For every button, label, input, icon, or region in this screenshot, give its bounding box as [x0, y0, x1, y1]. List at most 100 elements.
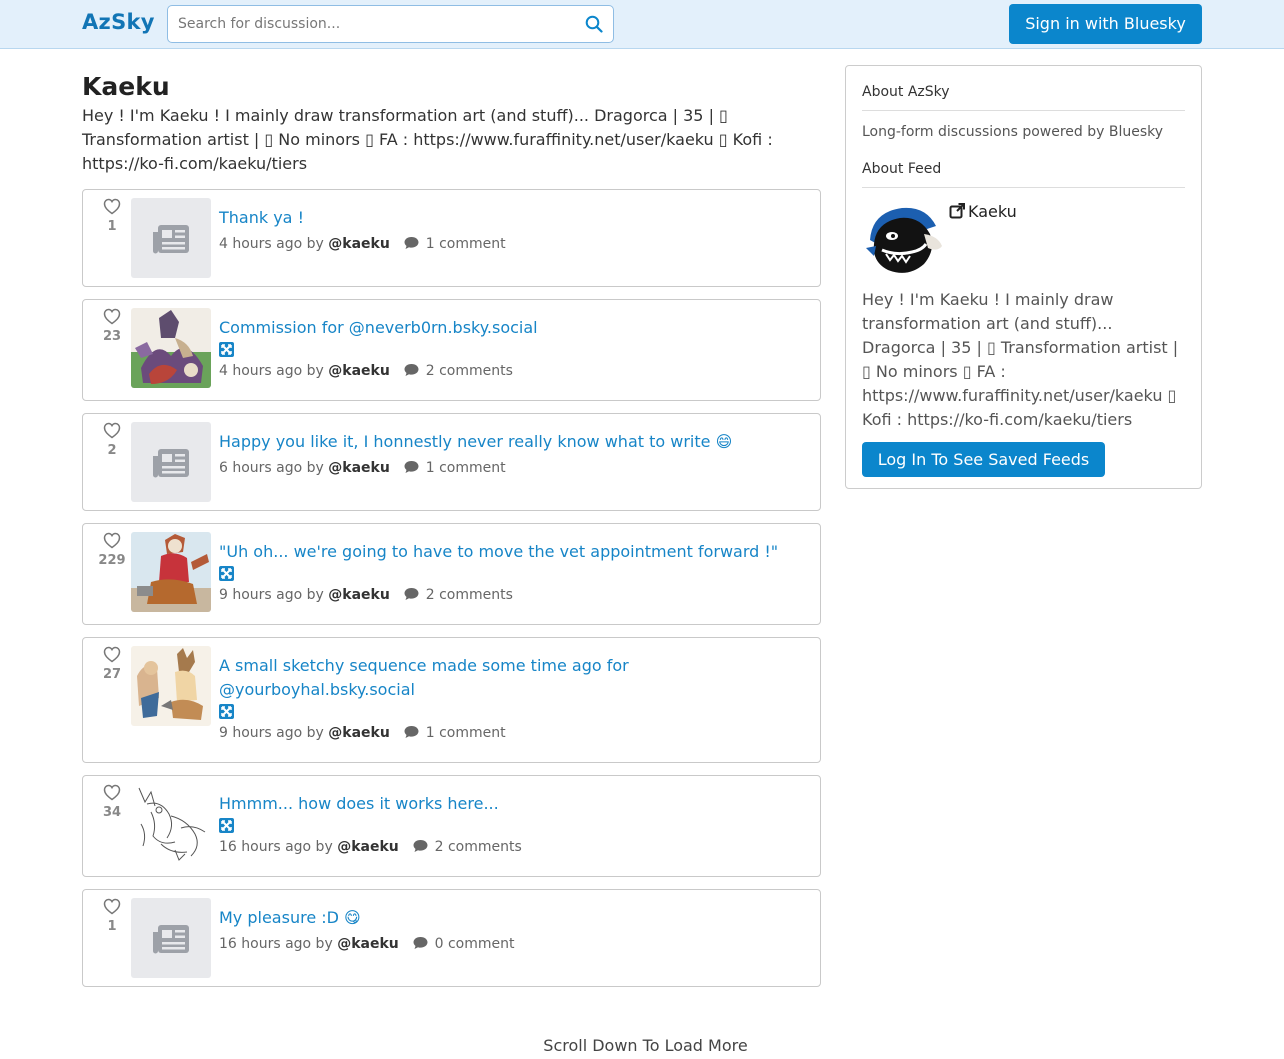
- comment-count-link[interactable]: 1 comment: [426, 725, 506, 741]
- expand-icon[interactable]: [219, 704, 234, 719]
- heart-icon[interactable]: [103, 308, 121, 325]
- post-item: 23 Commission for @neverb0rn.bsky.social…: [82, 299, 821, 401]
- comment-icon: [404, 364, 419, 376]
- post-author-link[interactable]: @kaeku: [328, 363, 390, 379]
- post-time: 6 hours ago by: [219, 460, 324, 476]
- feed-description: Hey ! I'm Kaeku ! I mainly draw transfor…: [82, 106, 773, 173]
- post-thumbnail-placeholder[interactable]: [131, 898, 211, 978]
- post-meta: 9 hours ago by @kaeku 2 comments: [219, 587, 809, 603]
- post-time: 4 hours ago by: [219, 236, 324, 252]
- external-link-icon: [949, 203, 965, 219]
- post-author-link[interactable]: @kaeku: [328, 725, 390, 741]
- post-title-link[interactable]: My pleasure :D 😋: [219, 906, 809, 930]
- post-item: 2 Happy you like it, I honnestly never r…: [82, 413, 821, 511]
- post-title-link[interactable]: Commission for @neverb0rn.bsky.social: [219, 316, 809, 340]
- post-item: 1 Thank ya ! 4 hours ago by @kaeku 1 com…: [82, 189, 821, 287]
- comment-count-link[interactable]: 2 comments: [435, 839, 522, 855]
- post-time: 4 hours ago by: [219, 363, 324, 379]
- login-saved-feeds-button[interactable]: Log In To See Saved Feeds: [862, 442, 1105, 477]
- artwork-thumbnail: [131, 308, 211, 388]
- post-body: Thank ya ! 4 hours ago by @kaeku 1 comme…: [219, 206, 809, 252]
- comment-count-link[interactable]: 0 comment: [435, 936, 515, 952]
- about-azsky-heading: About AzSky: [862, 84, 950, 100]
- post-thumbnail-image[interactable]: [131, 784, 211, 864]
- post-title-link[interactable]: A small sketchy sequence made some time …: [219, 654, 809, 702]
- post-title-link[interactable]: Thank ya !: [219, 206, 809, 230]
- comment-count-link[interactable]: 1 comment: [426, 236, 506, 252]
- post-meta: 4 hours ago by @kaeku 2 comments: [219, 363, 809, 379]
- post-thumbnail-placeholder[interactable]: [131, 198, 211, 278]
- about-feed-heading: About Feed: [862, 161, 942, 177]
- post-author-link[interactable]: @kaeku: [328, 460, 390, 476]
- post-author-link[interactable]: @kaeku: [328, 587, 390, 603]
- about-azsky-text: Long-form discussions powered by Bluesky: [862, 124, 1164, 140]
- load-more-text: Scroll Down To Load More: [543, 1036, 748, 1055]
- feed-name-text: Kaeku: [968, 202, 1017, 221]
- comment-count-link[interactable]: 2 comments: [426, 363, 513, 379]
- artwork-thumbnail: [131, 784, 211, 864]
- post-item: 27 A small sketchy sequence made some ti…: [82, 637, 821, 763]
- expand-icon[interactable]: [219, 342, 234, 357]
- search-box[interactable]: [167, 5, 614, 43]
- post-body: Commission for @neverb0rn.bsky.social 4 …: [219, 316, 809, 379]
- post-thumbnail-placeholder[interactable]: [131, 422, 211, 502]
- newspaper-icon: [153, 225, 189, 254]
- expand-icon[interactable]: [219, 566, 234, 581]
- post-body: A small sketchy sequence made some time …: [219, 654, 809, 741]
- brand-logo[interactable]: AzSky: [82, 10, 155, 34]
- post-body: "Uh oh... we're going to have to move th…: [219, 540, 809, 603]
- feed-description-sidebar: Hey ! I'm Kaeku ! I mainly draw transfor…: [862, 290, 1179, 429]
- post-meta: 9 hours ago by @kaeku 1 comment: [219, 725, 809, 741]
- heart-icon[interactable]: [103, 784, 121, 801]
- heart-icon[interactable]: [103, 422, 121, 439]
- comment-icon: [404, 461, 419, 473]
- newspaper-icon: [153, 449, 189, 478]
- heart-icon[interactable]: [103, 198, 121, 215]
- artwork-thumbnail: [131, 646, 211, 726]
- post-title-link[interactable]: Happy you like it, I honnestly never rea…: [219, 430, 809, 454]
- search-input[interactable]: [178, 14, 578, 34]
- post-author-link[interactable]: @kaeku: [337, 839, 399, 855]
- post-item: 1 My pleasure :D 😋 16 hours ago by @kaek…: [82, 889, 821, 987]
- comment-icon: [413, 840, 428, 852]
- newspaper-icon: [153, 925, 189, 954]
- post-meta: 16 hours ago by @kaeku 2 comments: [219, 839, 809, 855]
- comment-icon: [404, 588, 419, 600]
- post-author-link[interactable]: @kaeku: [328, 236, 390, 252]
- search-icon[interactable]: [585, 15, 603, 33]
- heart-icon[interactable]: [103, 646, 121, 663]
- post-time: 9 hours ago by: [219, 725, 324, 741]
- post-meta: 16 hours ago by @kaeku 0 comment: [219, 936, 809, 952]
- comment-count-link[interactable]: 1 comment: [426, 460, 506, 476]
- post-time: 16 hours ago by: [219, 839, 333, 855]
- post-title-link[interactable]: "Uh oh... we're going to have to move th…: [219, 540, 809, 564]
- post-thumbnail-image[interactable]: [131, 308, 211, 388]
- post-meta: 4 hours ago by @kaeku 1 comment: [219, 236, 809, 252]
- post-body: My pleasure :D 😋 16 hours ago by @kaeku …: [219, 906, 809, 952]
- comment-count-link[interactable]: 2 comments: [426, 587, 513, 603]
- divider: [862, 110, 1185, 111]
- page-title: Kaeku: [82, 72, 170, 101]
- comment-icon: [404, 726, 419, 738]
- post-author-link[interactable]: @kaeku: [337, 936, 399, 952]
- post-body: Happy you like it, I honnestly never rea…: [219, 430, 809, 476]
- feed-name-link[interactable]: Kaeku: [949, 202, 1017, 221]
- comment-icon: [413, 937, 428, 949]
- post-thumbnail-image[interactable]: [131, 532, 211, 612]
- post-item: 229 "Uh oh... we're going to have to mov…: [82, 523, 821, 625]
- heart-icon[interactable]: [103, 898, 121, 915]
- divider: [862, 187, 1185, 188]
- feed-avatar[interactable]: [862, 200, 944, 282]
- sign-in-button[interactable]: Sign in with Bluesky: [1009, 4, 1202, 44]
- expand-icon[interactable]: [219, 818, 234, 833]
- post-time: 9 hours ago by: [219, 587, 324, 603]
- heart-icon[interactable]: [103, 532, 121, 549]
- post-body: Hmmm... how does it works here... 16 hou…: [219, 792, 809, 855]
- sidebar-panel: About AzSky Long-form discussions powere…: [845, 65, 1202, 489]
- post-time: 16 hours ago by: [219, 936, 333, 952]
- top-navbar: AzSky Sign in with Bluesky: [0, 0, 1284, 49]
- post-item: 34 Hmmm... how does it works here... 16 …: [82, 775, 821, 877]
- post-thumbnail-image[interactable]: [131, 646, 211, 726]
- post-title-link[interactable]: Hmmm... how does it works here...: [219, 792, 809, 816]
- comment-icon: [404, 237, 419, 249]
